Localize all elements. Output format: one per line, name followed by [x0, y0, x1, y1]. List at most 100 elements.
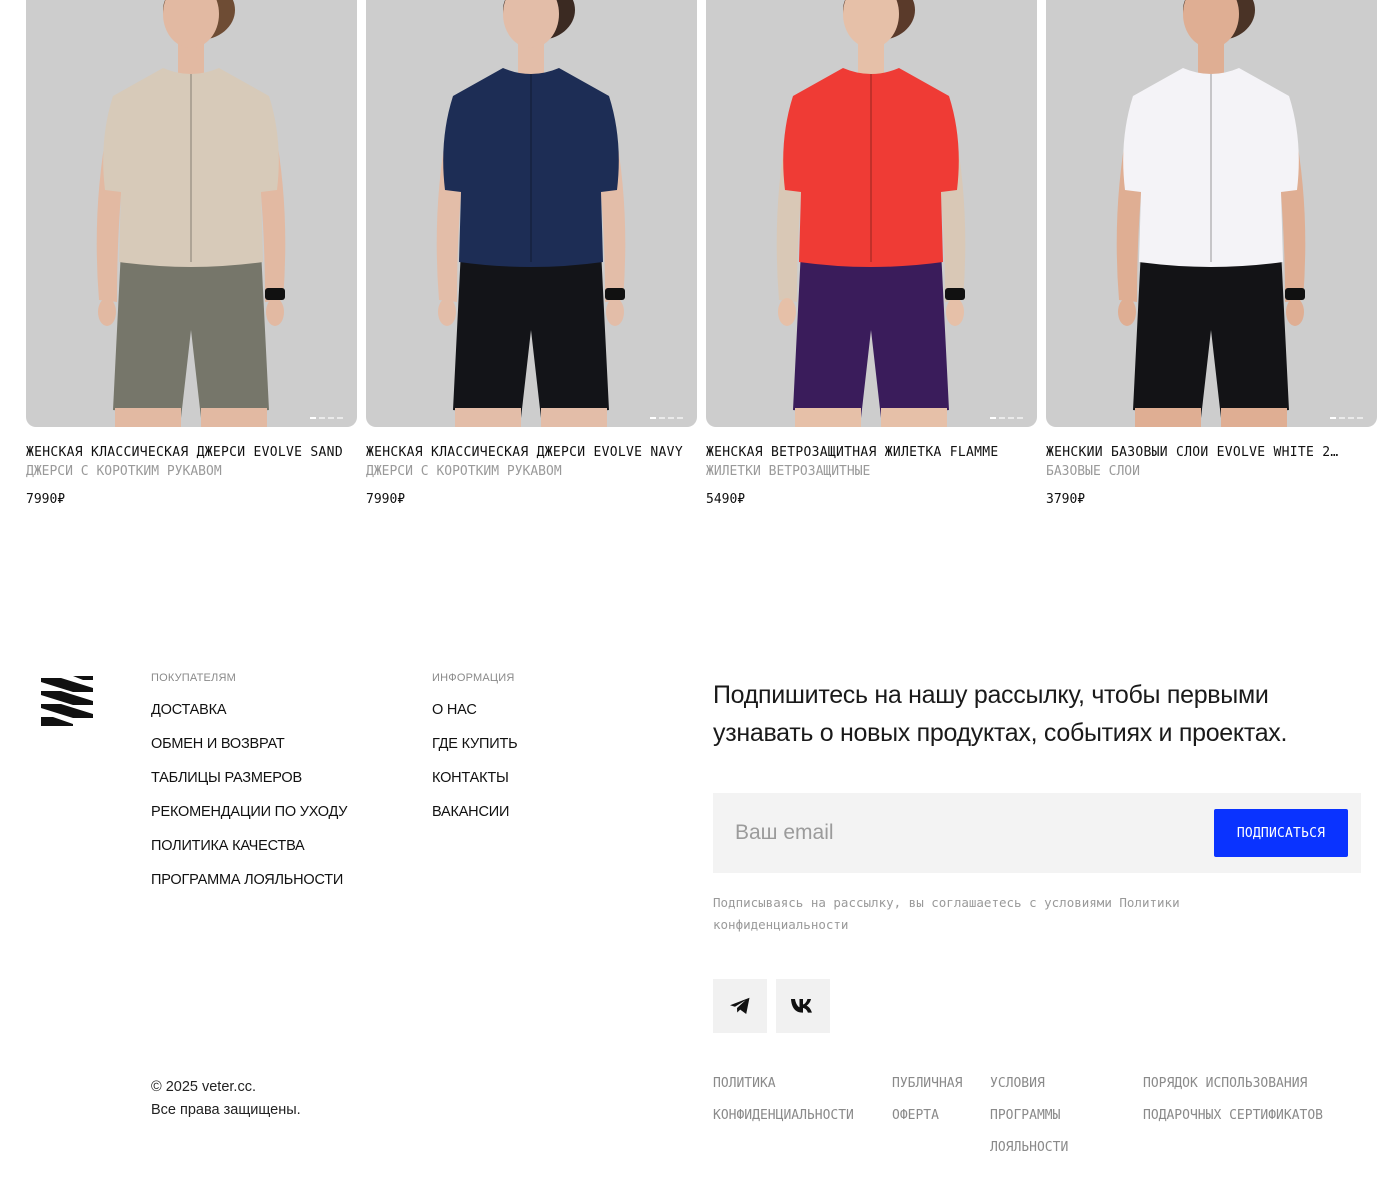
footer-link-quality[interactable]: ПОЛИТИКА КАЧЕСТВА — [151, 837, 347, 856]
product-title[interactable]: ЖЕНСКАЯ КЛАССИЧЕСКАЯ ДЖЕРСИ EVOLVE SAND — [26, 445, 357, 460]
newsletter-form: ПОДПИСАТЬСЯ — [713, 793, 1361, 873]
slider-dots[interactable] — [310, 417, 343, 419]
face — [503, 0, 559, 48]
face — [1183, 0, 1239, 48]
slider-dots[interactable] — [1330, 417, 1363, 419]
right-leg — [881, 408, 947, 427]
copyright-rights: Все права защищены. — [151, 1102, 301, 1118]
slider-dot[interactable] — [1339, 417, 1345, 419]
slider-dot[interactable] — [1348, 417, 1354, 419]
product-price: 3790₽ — [1046, 492, 1086, 507]
product-category: ДЖЕРСИ С КОРОТКИМ РУКАВОМ — [366, 464, 562, 479]
footer-link-loyalty-terms[interactable]: УСЛОВИЯ ПРОГРАММЫ ЛОЯЛЬНОСТИ — [990, 1068, 1120, 1164]
product-price: 7990₽ — [26, 492, 66, 507]
right-leg — [1221, 408, 1287, 427]
telegram-button[interactable] — [713, 979, 767, 1033]
newsletter-title: Подпишитесь на нашу рассылку, чтобы перв… — [713, 681, 1288, 747]
footer-link-size-tables[interactable]: ТАБЛИЦЫ РАЗМЕРОВ — [151, 769, 347, 788]
slider-dot[interactable] — [1357, 417, 1363, 419]
slider-dot[interactable] — [310, 417, 316, 419]
shorts — [793, 250, 949, 418]
slider-dot[interactable] — [659, 417, 665, 419]
footer-link-gift-certificates[interactable]: ПОРЯДОК ИСПОЛЬЗОВАНИЯ ПОДАРОЧНЫХ СЕРТИФИ… — [1143, 1068, 1383, 1132]
slider-dot[interactable] — [337, 417, 343, 419]
left-hand — [438, 298, 456, 326]
face — [163, 0, 219, 48]
slider-dot[interactable] — [677, 417, 683, 419]
left-leg — [795, 408, 861, 427]
footer-column-info: ИНФОРМАЦИЯ О НАС ГДЕ КУПИТЬ КОНТАКТЫ ВАК… — [432, 672, 518, 837]
footer-link-privacy-policy[interactable]: ПОЛИТИКА КОНФИДЕНЦИАЛЬНОСТИ — [713, 1068, 883, 1132]
footer-link-delivery[interactable]: ДОСТАВКА — [151, 701, 347, 720]
slider-dot[interactable] — [650, 417, 656, 419]
vk-button[interactable] — [776, 979, 830, 1033]
watch — [1285, 288, 1305, 300]
model-figure — [96, 0, 286, 427]
watch — [265, 288, 285, 300]
footer-link-about[interactable]: О НАС — [432, 701, 517, 720]
left-leg — [115, 408, 181, 427]
slider-dot[interactable] — [1330, 417, 1336, 419]
product-price: 5490₽ — [706, 492, 746, 507]
product-photo[interactable] — [1046, 0, 1377, 427]
vk-icon — [791, 999, 812, 1013]
watch — [605, 288, 625, 300]
shorts — [113, 250, 269, 418]
right-leg — [201, 408, 267, 427]
footer-column-buyers: ПОКУПАТЕЛЯМ ДОСТАВКА ОБМЕН И ВОЗВРАТ ТАБ… — [151, 672, 348, 905]
shorts — [1133, 250, 1289, 418]
left-leg — [1135, 408, 1201, 427]
footer-link-where-to-buy[interactable]: ГДЕ КУПИТЬ — [432, 735, 518, 754]
slider-dot[interactable] — [990, 417, 996, 419]
subscribe-button[interactable]: ПОДПИСАТЬСЯ — [1214, 809, 1348, 857]
left-hand — [98, 298, 116, 326]
slider-dot[interactable] — [668, 417, 674, 419]
product-title[interactable]: ЖЕНСКАЯ ВЕТРОЗАЩИТНАЯ ЖИЛЕТКА FLAMME — [706, 445, 1037, 460]
footer-column-heading: ПОКУПАТЕЛЯМ — [151, 672, 236, 684]
footer-link-care[interactable]: РЕКОМЕНДАЦИИ ПО УХОДУ — [151, 803, 348, 822]
left-hand — [1118, 298, 1136, 326]
product-category: ДЖЕРСИ С КОРОТКИМ РУКАВОМ — [26, 464, 222, 479]
product-card[interactable]: ЖЕНСКАЯ КЛАССИЧЕСКАЯ ДЖЕРСИ EVOLVE SAND … — [26, 0, 357, 507]
copyright: © 2025 veter.cc. Все права защищены. — [151, 1076, 301, 1122]
product-card[interactable]: ЖЕНСКИЙ БАЗОВЫЙ СЛОЙ EVOLVE WHITE 2… БАЗ… — [1046, 0, 1377, 507]
face — [843, 0, 899, 48]
watch — [945, 288, 965, 300]
telegram-icon — [730, 997, 750, 1014]
slider-dots[interactable] — [990, 417, 1023, 419]
product-photo[interactable] — [26, 0, 357, 427]
product-card[interactable]: ЖЕНСКАЯ ВЕТРОЗАЩИТНАЯ ЖИЛЕТКА FLAMME ЖИЛ… — [706, 0, 1037, 507]
model-figure — [1116, 0, 1306, 427]
product-title[interactable]: ЖЕНСКАЯ КЛАССИЧЕСКАЯ ДЖЕРСИ EVOLVE NAVY — [366, 445, 697, 460]
slider-dot[interactable] — [1017, 417, 1023, 419]
footer-link-public-offer[interactable]: ПУБЛИЧНАЯ ОФЕРТА — [892, 1068, 984, 1132]
model-figure — [436, 0, 626, 427]
footer-link-loyalty[interactable]: ПРОГРАММА ЛОЯЛЬНОСТИ — [151, 871, 347, 890]
copyright-line: © 2025 veter.cc. — [151, 1079, 256, 1095]
left-leg — [455, 408, 521, 427]
newsletter-consent-note: Подписываясь на рассылку, вы соглашаетес… — [713, 895, 1180, 932]
product-photo[interactable] — [366, 0, 697, 427]
product-price: 7990₽ — [366, 492, 406, 507]
right-hand — [606, 298, 624, 326]
slider-dot[interactable] — [319, 417, 325, 419]
product-title[interactable]: ЖЕНСКИЙ БАЗОВЫЙ СЛОЙ EVOLVE WHITE 2… — [1046, 445, 1377, 460]
product-category: БАЗОВЫЕ СЛОИ — [1046, 464, 1140, 479]
left-hand — [778, 298, 796, 326]
veter-logo-icon[interactable] — [39, 674, 95, 728]
product-card[interactable]: ЖЕНСКАЯ КЛАССИЧЕСКАЯ ДЖЕРСИ EVOLVE NAVY … — [366, 0, 697, 507]
right-hand — [1286, 298, 1304, 326]
footer-link-returns[interactable]: ОБМЕН И ВОЗВРАТ — [151, 735, 347, 754]
model-figure — [776, 0, 966, 427]
right-leg — [541, 408, 607, 427]
email-input[interactable] — [713, 793, 1203, 873]
right-hand — [266, 298, 284, 326]
slider-dot[interactable] — [999, 417, 1005, 419]
footer-link-contacts[interactable]: КОНТАКТЫ — [432, 769, 517, 788]
slider-dot[interactable] — [328, 417, 334, 419]
footer-column-heading: ИНФОРМАЦИЯ — [432, 672, 515, 684]
slider-dots[interactable] — [650, 417, 683, 419]
product-photo[interactable] — [706, 0, 1037, 427]
slider-dot[interactable] — [1008, 417, 1014, 419]
footer-link-vacancies[interactable]: ВАКАНСИИ — [432, 803, 517, 822]
